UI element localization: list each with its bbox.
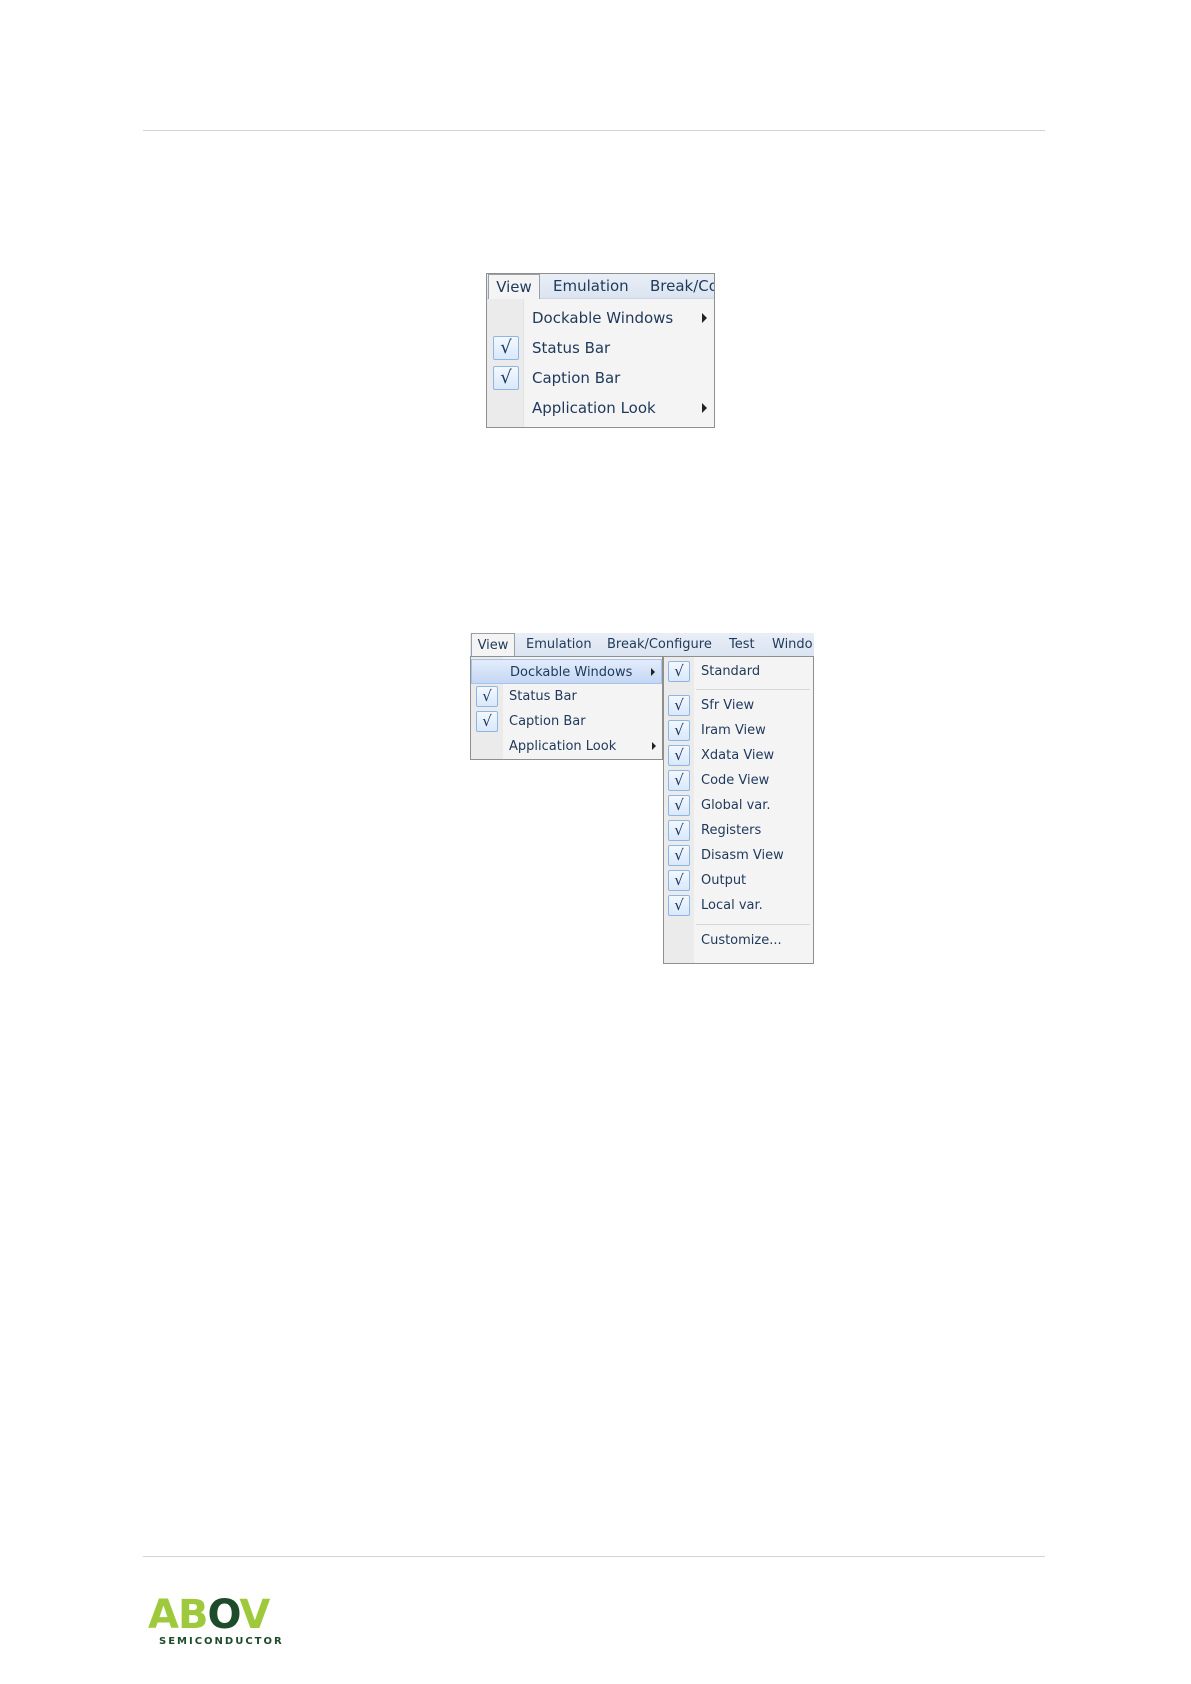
menu-item-label: Application Look <box>532 399 656 417</box>
menu-view[interactable]: View <box>488 274 540 299</box>
menu-separator <box>696 689 810 690</box>
menu-item-dockable-windows[interactable]: Dockable Windows <box>487 303 714 333</box>
submenu-item-customize[interactable]: Customize... <box>664 928 813 953</box>
header-rule <box>143 130 1045 131</box>
menu-item-label: Status Bar <box>532 339 611 357</box>
checkmark-icon: √ <box>668 720 690 741</box>
menu-bar: View Emulation Break/Co <box>487 274 714 299</box>
submenu-item-registers[interactable]: √ Registers <box>664 818 813 843</box>
menu-item-dockable-windows[interactable]: Dockable Windows <box>471 659 662 684</box>
checkmark-icon: √ <box>668 795 690 816</box>
menu-item-label: Xdata View <box>701 748 775 763</box>
view-menu: Dockable Windows √ Status Bar √ Caption … <box>470 656 663 760</box>
checkmark-icon: √ <box>668 820 690 841</box>
menu-item-label: Sfr View <box>701 698 755 713</box>
menu-item-status-bar[interactable]: √ Status Bar <box>471 684 662 709</box>
submenu-item-disasm-view[interactable]: √ Disasm View <box>664 843 813 868</box>
menu-item-label: Standard <box>701 664 761 679</box>
submenu-item-xdata-view[interactable]: √ Xdata View <box>664 743 813 768</box>
checkmark-icon: √ <box>493 336 519 360</box>
footer-rule <box>143 1556 1045 1557</box>
menu-item-label: Caption Bar <box>532 369 621 387</box>
checkmark-icon: √ <box>493 366 519 390</box>
menu-bar: View Emulation Break/Configure Test Wind… <box>470 633 814 657</box>
checkmark-icon: √ <box>476 686 498 707</box>
menu-item-label: Code View <box>701 773 770 788</box>
menu-item-label: Output <box>701 873 747 888</box>
logo-letters-ab: AB <box>148 1592 208 1638</box>
dockable-windows-screenshot: View Emulation Break/Configure Test Wind… <box>470 633 814 964</box>
menu-item-label: Disasm View <box>701 848 784 863</box>
submenu-item-standard[interactable]: √ Standard <box>664 659 813 684</box>
checkmark-icon: √ <box>668 845 690 866</box>
view-menu-screenshot: View Emulation Break/Co Dockable Windows… <box>486 273 715 428</box>
menu-item-application-look[interactable]: Application Look <box>487 393 714 423</box>
checkmark-icon: √ <box>668 661 690 682</box>
menu-item-application-look[interactable]: Application Look <box>471 734 662 759</box>
menu-item-label: Dockable Windows <box>532 309 674 327</box>
menu-test[interactable]: Test <box>729 633 755 656</box>
checkmark-icon: √ <box>668 770 690 791</box>
menu-item-label: Dockable Windows <box>510 665 633 680</box>
menu-separator <box>696 924 810 925</box>
logo-subtitle: SEMICONDUCTOR <box>159 1636 284 1647</box>
menu-break-configure[interactable]: Break/Co <box>650 274 714 298</box>
menu-item-label: Iram View <box>701 723 766 738</box>
menu-item-caption-bar[interactable]: √ Caption Bar <box>471 709 662 734</box>
submenu-item-sfr-view[interactable]: √ Sfr View <box>664 693 813 718</box>
checkmark-icon: √ <box>668 870 690 891</box>
menu-item-label: Local var. <box>701 898 763 913</box>
menu-item-label: Status Bar <box>509 689 577 704</box>
menu-break-configure[interactable]: Break/Configure <box>607 633 712 656</box>
checkmark-icon: √ <box>476 711 498 732</box>
logo-letter-o: O <box>207 1592 240 1638</box>
menu-emulation[interactable]: Emulation <box>526 633 592 656</box>
logo-letter-v: V <box>239 1592 270 1638</box>
submenu-item-iram-view[interactable]: √ Iram View <box>664 718 813 743</box>
submenu-arrow-icon <box>652 742 656 750</box>
menu-view[interactable]: View <box>471 633 515 657</box>
menu-item-label: Caption Bar <box>509 714 586 729</box>
menu-emulation[interactable]: Emulation <box>553 274 629 298</box>
menu-window[interactable]: Windo <box>772 633 813 656</box>
dockable-windows-submenu: √ Standard √ Sfr View √ Iram View √ Xdat… <box>663 656 814 964</box>
submenu-item-code-view[interactable]: √ Code View <box>664 768 813 793</box>
menu-item-caption-bar[interactable]: √ Caption Bar <box>487 363 714 393</box>
checkmark-icon: √ <box>668 695 690 716</box>
submenu-arrow-icon <box>702 403 707 413</box>
submenu-arrow-icon <box>651 668 655 676</box>
menu-item-label: Customize... <box>701 933 782 948</box>
checkmark-icon: √ <box>668 895 690 916</box>
menu-item-label: Registers <box>701 823 762 838</box>
submenu-arrow-icon <box>702 313 707 323</box>
submenu-item-output[interactable]: √ Output <box>664 868 813 893</box>
menu-item-label: Application Look <box>509 739 617 754</box>
menu-item-label: Global var. <box>701 798 771 813</box>
submenu-item-global-var[interactable]: √ Global var. <box>664 793 813 818</box>
checkmark-icon: √ <box>668 745 690 766</box>
logo-mark: ABOV <box>148 1592 270 1638</box>
abov-logo: ABOV SEMICONDUCTOR <box>148 1593 298 1648</box>
menu-item-status-bar[interactable]: √ Status Bar <box>487 333 714 363</box>
submenu-item-local-var[interactable]: √ Local var. <box>664 893 813 918</box>
